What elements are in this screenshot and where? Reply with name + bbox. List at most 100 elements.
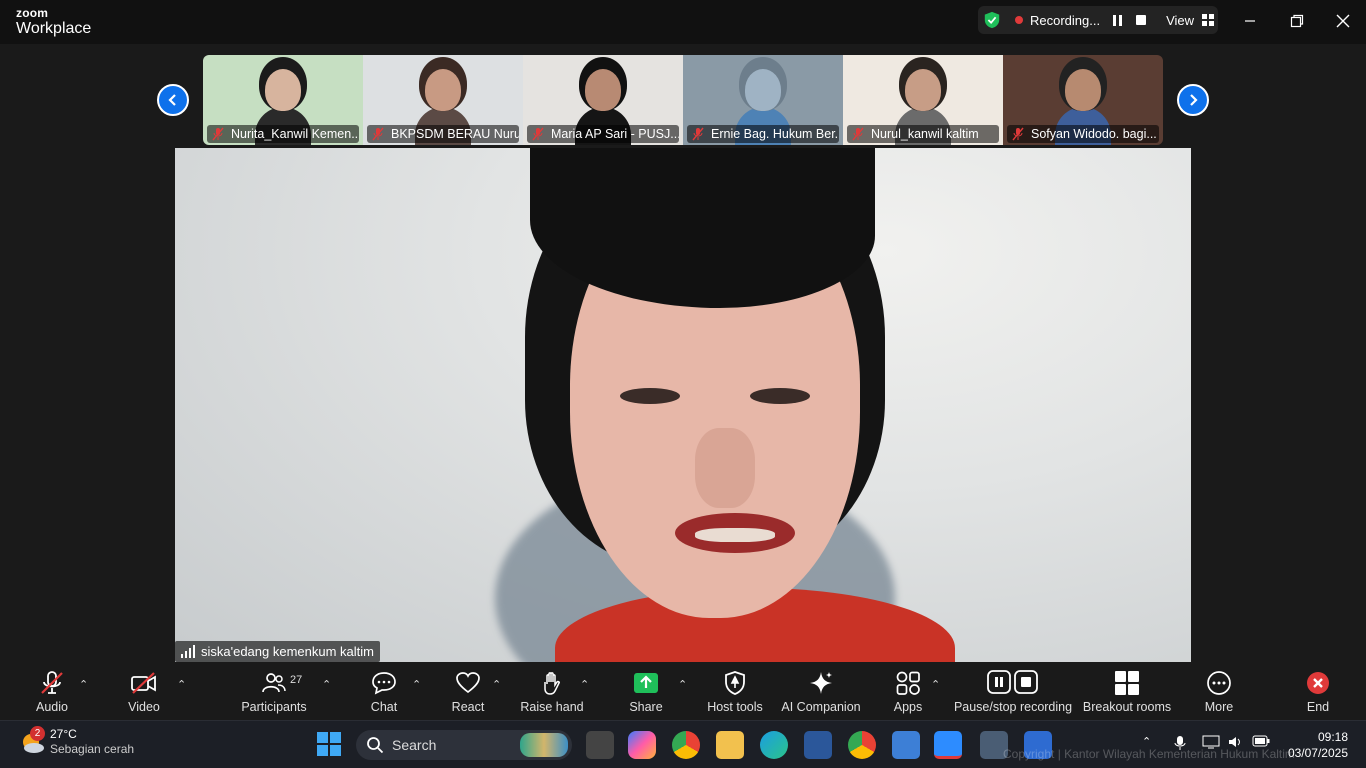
- participant-name: Nurul_kanwil kaltim: [871, 127, 979, 141]
- more-icon: [1206, 670, 1232, 696]
- more-button[interactable]: More: [1200, 670, 1238, 714]
- host-tools-button[interactable]: Host tools: [704, 670, 766, 714]
- view-button[interactable]: View: [1166, 13, 1215, 28]
- system-clock[interactable]: 09:18 03/07/2025: [1288, 729, 1348, 761]
- task-view-icon[interactable]: [586, 731, 614, 759]
- chrome-icon[interactable]: [672, 731, 700, 759]
- video-options-caret[interactable]: ⌃: [177, 678, 187, 691]
- active-speaker-video[interactable]: [175, 148, 1191, 662]
- next-page-button[interactable]: [1177, 84, 1209, 116]
- audio-options-caret[interactable]: ⌃: [79, 678, 89, 691]
- pause-stop-label: Pause/stop recording: [953, 700, 1073, 714]
- notepad-icon[interactable]: [892, 731, 920, 759]
- search-placeholder: Search: [392, 737, 437, 753]
- weather-alert-badge: 2: [30, 726, 45, 741]
- ai-companion-label: AI Companion: [781, 700, 861, 714]
- chrome-profile-icon[interactable]: [848, 731, 876, 759]
- pause-recording-button[interactable]: [1110, 13, 1124, 27]
- share-options-caret[interactable]: ⌃: [678, 678, 688, 691]
- participants-options-caret[interactable]: ⌃: [322, 678, 332, 691]
- participant-thumbnail[interactable]: Nurul_kanwil kaltim: [843, 55, 1003, 145]
- participant-name-tag: Nurul_kanwil kaltim: [847, 125, 999, 143]
- camera-off-icon: [130, 670, 158, 696]
- participant-name-tag: BKPSDM BERAU Nuru...: [367, 125, 519, 143]
- share-label: Share: [629, 700, 663, 714]
- title-bar: zoom Workplace Recording... View: [0, 0, 1366, 44]
- breakout-rooms-button[interactable]: Breakout rooms: [1082, 670, 1172, 714]
- breakout-rooms-label: Breakout rooms: [1082, 700, 1172, 714]
- mic-muted-icon: [212, 127, 224, 141]
- file-explorer-icon[interactable]: [716, 731, 744, 759]
- temperature: 27°C: [50, 727, 77, 741]
- zoom-logo: zoom Workplace: [16, 7, 91, 37]
- windows-logo-icon: [317, 732, 341, 756]
- clock-date: 03/07/2025: [1287, 746, 1348, 760]
- pause-stop-recording-button[interactable]: Pause/stop recording: [954, 670, 1072, 714]
- participant-name-tag: Maria AP Sari - PUSJ...: [527, 125, 679, 143]
- apps-options-caret[interactable]: ⌃: [931, 678, 941, 691]
- mic-muted-icon: [532, 127, 544, 141]
- apps-button[interactable]: Apps: [888, 670, 928, 714]
- raise-hand-label: Raise hand: [520, 700, 584, 714]
- end-meeting-button[interactable]: End: [1300, 670, 1336, 714]
- end-icon: [1306, 670, 1330, 696]
- chat-button[interactable]: Chat: [364, 670, 404, 714]
- participants-icon: [261, 670, 287, 696]
- weather-widget[interactable]: 2 27°C Sebagian cerah: [18, 726, 135, 757]
- start-button[interactable]: [316, 731, 344, 759]
- video-label: Video: [128, 700, 160, 714]
- heart-icon: [455, 670, 481, 696]
- share-screen-icon: [633, 670, 659, 696]
- participant-name-tag: Ernie Bag. Hukum Ber...: [687, 125, 839, 143]
- restore-button[interactable]: [1285, 10, 1309, 32]
- participant-thumbnail[interactable]: Sofyan Widodo. bagi...: [1003, 55, 1163, 145]
- chat-icon: [371, 670, 397, 696]
- raise-hand-icon: [539, 670, 565, 696]
- edge-icon[interactable]: [760, 731, 788, 759]
- participant-thumbnail[interactable]: Ernie Bag. Hukum Ber...: [683, 55, 843, 145]
- minimize-button[interactable]: [1238, 10, 1262, 32]
- stop-recording-button[interactable]: [1134, 13, 1148, 27]
- active-speaker-name-tag: siska'edang kemenkum kaltim: [175, 641, 380, 662]
- active-speaker-name: siska'edang kemenkum kaltim: [201, 644, 374, 659]
- participant-thumbnail-strip: Nurita_Kanwil Kemen... BKPSDM BERAU Nuru.…: [203, 55, 1163, 145]
- pause-stop-icon: [986, 670, 1040, 696]
- close-icon: [1336, 14, 1350, 28]
- grid-view-icon: [1202, 14, 1215, 26]
- participant-thumbnail[interactable]: BKPSDM BERAU Nuru...: [363, 55, 523, 145]
- participants-count: 27: [290, 674, 303, 686]
- weather-description: Sebagian cerah: [50, 742, 135, 756]
- brand-line2: Workplace: [16, 20, 92, 37]
- raise-hand-options-caret[interactable]: ⌃: [580, 678, 590, 691]
- meeting-toolbar: Audio ⌃ Video ⌃ Participants 27 ⌃ Chat ⌃…: [0, 662, 1366, 720]
- word-icon[interactable]: [804, 731, 832, 759]
- pause-icon: [1112, 14, 1122, 26]
- share-button[interactable]: Share: [626, 670, 666, 714]
- copilot-icon[interactable]: [628, 731, 656, 759]
- audio-button[interactable]: Audio: [30, 670, 74, 714]
- chevron-right-icon: [1190, 94, 1198, 106]
- apps-label: Apps: [893, 700, 923, 714]
- video-button[interactable]: Video: [122, 670, 166, 714]
- partly-sunny-icon: 2: [18, 726, 46, 756]
- participant-name-tag: Sofyan Widodo. bagi...: [1007, 125, 1159, 143]
- react-options-caret[interactable]: ⌃: [492, 678, 502, 691]
- close-window-button[interactable]: [1331, 10, 1355, 32]
- mic-muted-icon: [39, 670, 65, 696]
- participant-thumbnail[interactable]: Maria AP Sari - PUSJ...: [523, 55, 683, 145]
- encryption-shield-icon[interactable]: [983, 11, 1001, 29]
- taskbar-search[interactable]: Search: [356, 730, 572, 760]
- recording-controls: Recording... View: [978, 6, 1218, 34]
- ai-companion-button[interactable]: AI Companion: [781, 670, 861, 714]
- chat-options-caret[interactable]: ⌃: [412, 678, 422, 691]
- mic-muted-icon: [852, 127, 864, 141]
- raise-hand-button[interactable]: Raise hand: [520, 670, 584, 714]
- mic-muted-icon: [692, 127, 704, 141]
- react-button[interactable]: React: [448, 670, 488, 714]
- signal-strength-icon: [181, 645, 195, 658]
- prev-page-button[interactable]: [157, 84, 189, 116]
- participant-thumbnail[interactable]: Nurita_Kanwil Kemen...: [203, 55, 363, 145]
- participant-name: Ernie Bag. Hukum Ber...: [711, 127, 839, 141]
- react-label: React: [451, 700, 485, 714]
- zoom-taskbar-icon[interactable]: [934, 731, 962, 759]
